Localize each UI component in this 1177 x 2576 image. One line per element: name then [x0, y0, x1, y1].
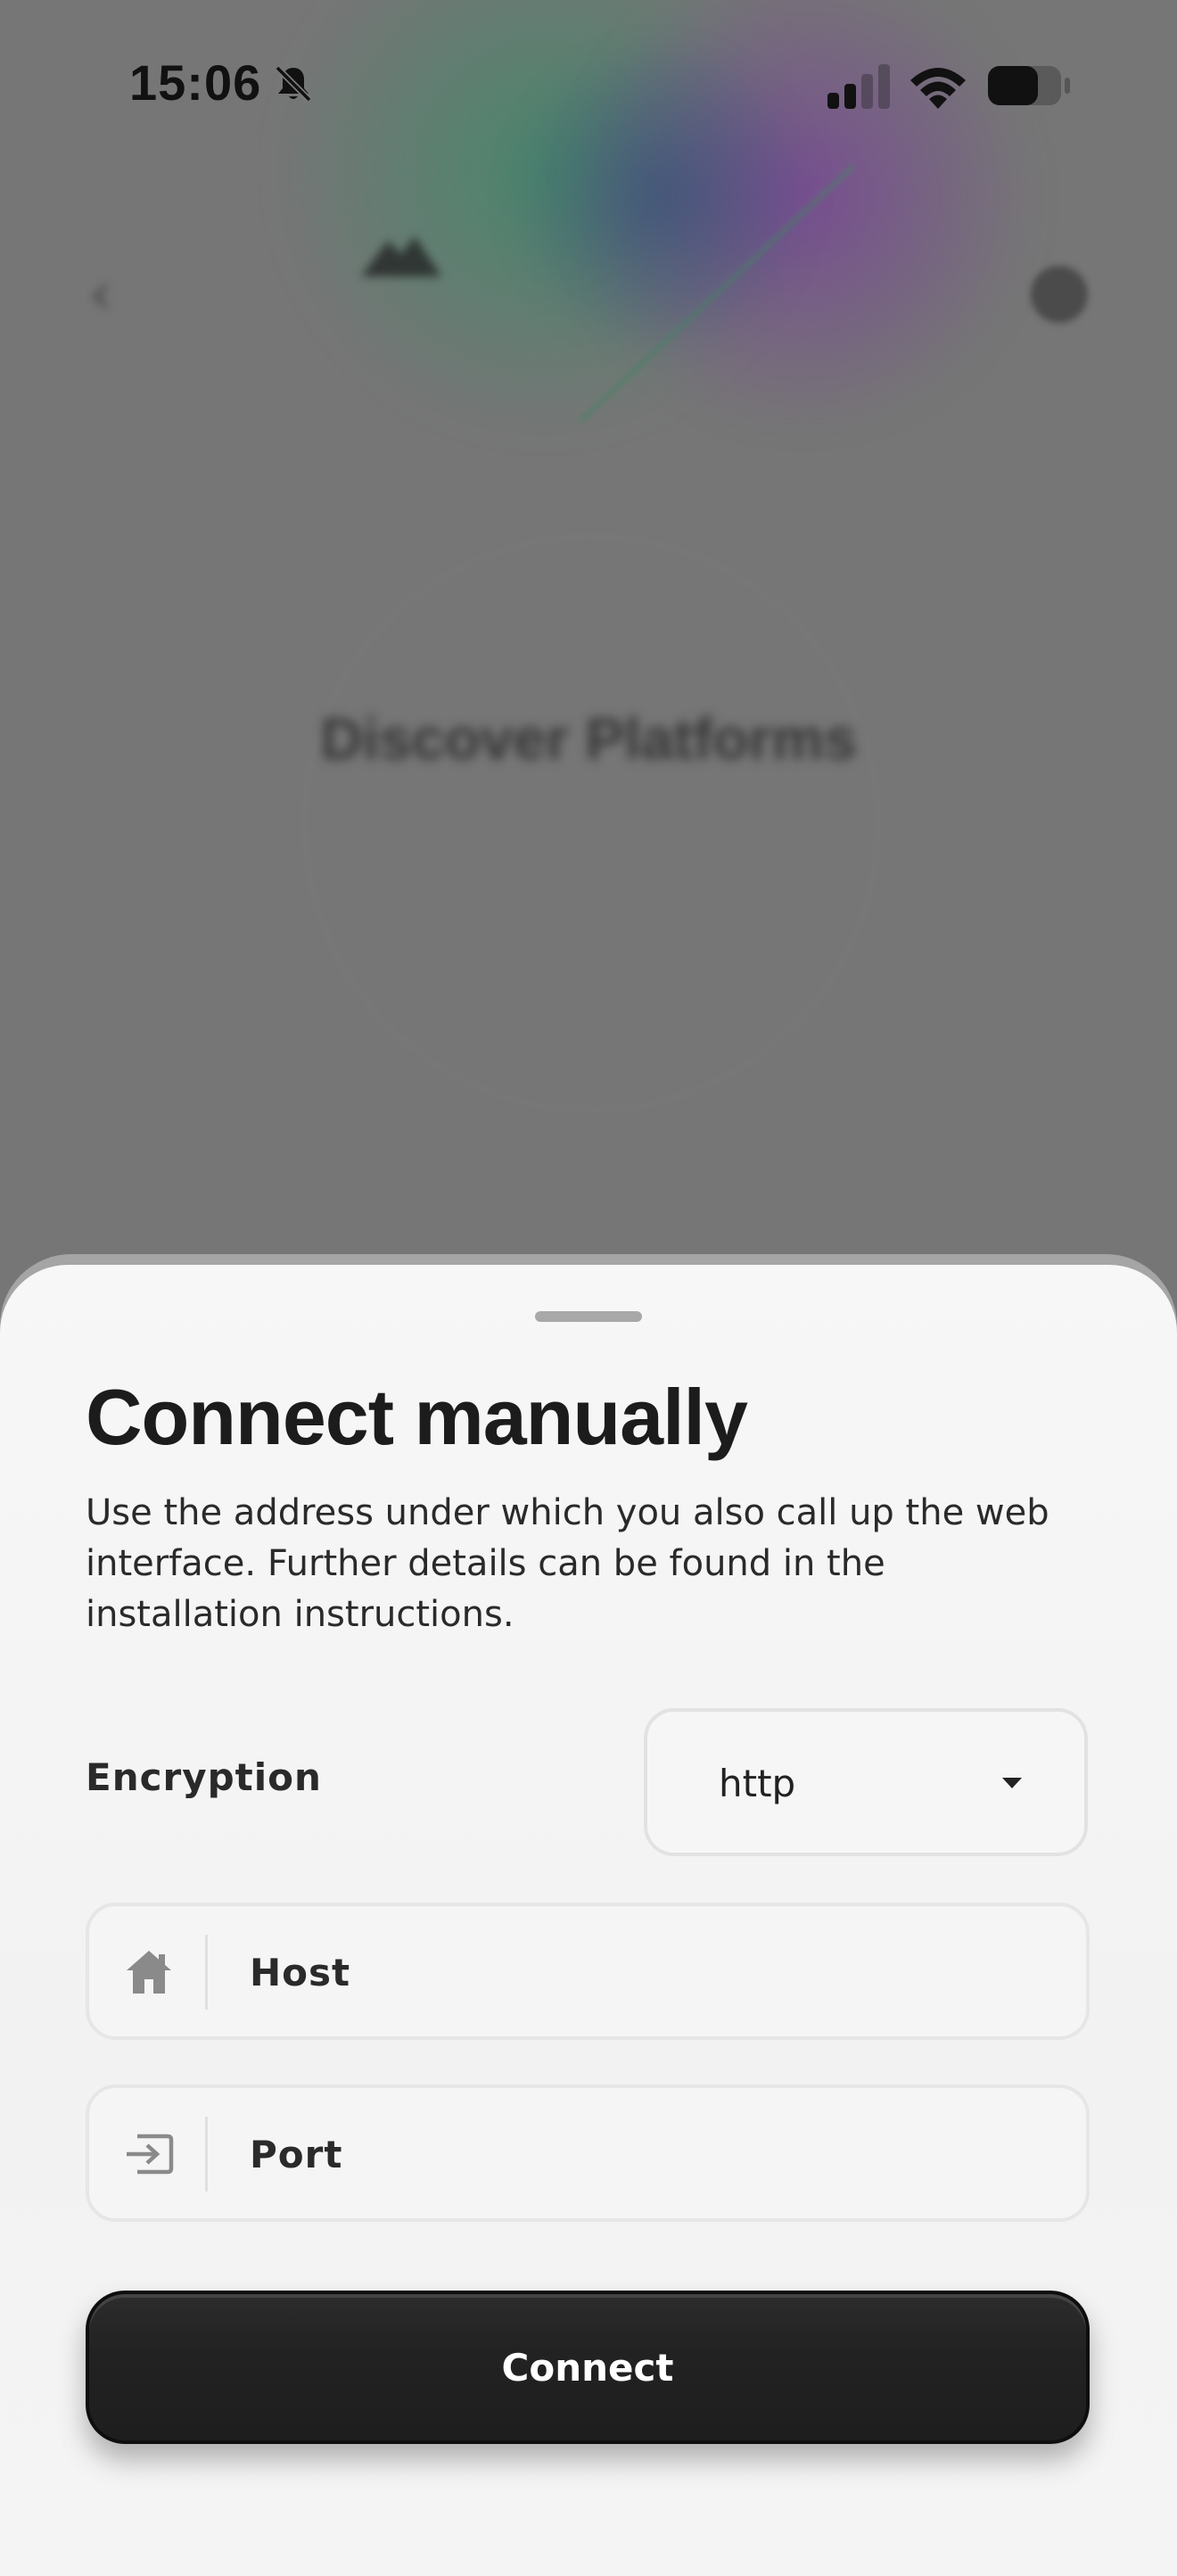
bell-muted-icon [275, 65, 312, 103]
background-back-chevron-icon: ‹ [89, 261, 112, 327]
wifi-icon [910, 68, 966, 109]
background-title: Discover Platforms [320, 706, 857, 772]
host-field-divider [205, 1935, 208, 2010]
port-field[interactable] [86, 2085, 1090, 2222]
sheet-description: Use the address under which you also cal… [86, 1492, 1049, 1635]
background-logo-icon [361, 236, 441, 277]
login-arrow-icon [127, 2134, 174, 2175]
port-input[interactable] [250, 2120, 1052, 2188]
sheet-grabber-handle[interactable] [535, 1311, 642, 1322]
port-field-divider [205, 2117, 208, 2192]
sheet-title: Connect manually [86, 1373, 748, 1461]
encryption-label: Encryption [86, 1755, 322, 1799]
background-menu-icon [1031, 266, 1088, 323]
encryption-selected-value: http [719, 1762, 796, 1805]
dropdown-caret-icon [1002, 1778, 1022, 1788]
status-time: 15:06 [129, 54, 262, 111]
status-bar: 15:06 [0, 0, 1177, 169]
background-ring-inner [303, 535, 879, 1111]
host-input[interactable] [250, 1938, 1052, 2006]
cellular-signal-icon [827, 64, 890, 109]
connect-button[interactable]: Connect [86, 2291, 1090, 2444]
battery-icon [988, 66, 1070, 105]
home-icon [127, 1951, 171, 1994]
connect-manually-sheet: Connect manually Use the address under w… [0, 1265, 1177, 2576]
encryption-select[interactable]: http [644, 1708, 1088, 1856]
host-field[interactable] [86, 1903, 1090, 2040]
